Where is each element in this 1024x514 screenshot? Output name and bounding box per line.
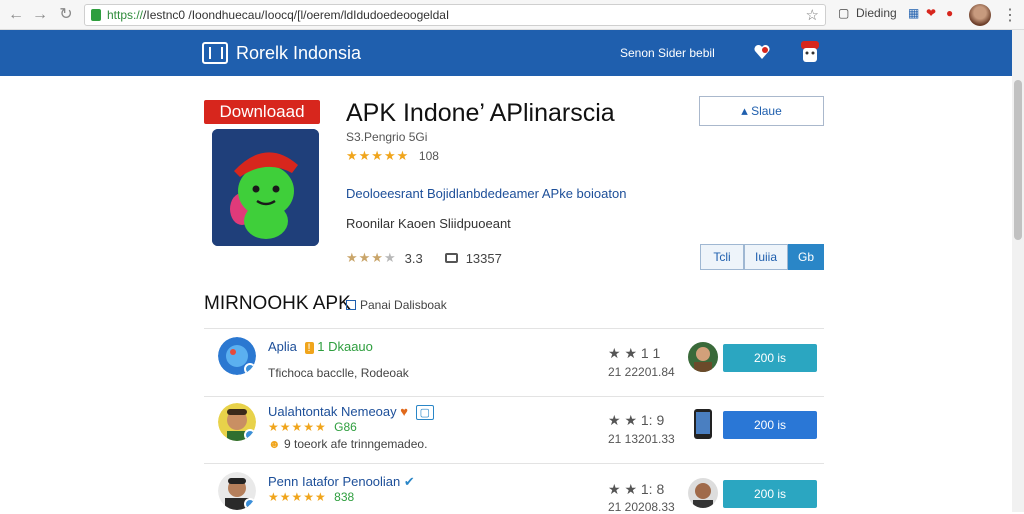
url-text: https:///Iestnc0 /Ioondhuecau/Ioocq/[l/o…	[107, 8, 450, 22]
address-bar[interactable]: https:///Iestnc0 /Ioondhuecau/Ioocq/[l/o…	[84, 4, 826, 26]
item-name-text: Penn Iatafor Penoolian	[268, 474, 401, 489]
item-score: ★ ★ 1: 8	[608, 481, 665, 497]
item-tag-icon: !	[304, 342, 314, 354]
back-icon[interactable]: ←	[6, 5, 26, 25]
item-stars: ★★★★★ G86	[268, 420, 357, 434]
header-links[interactable]: Senon Sider bebil	[620, 46, 715, 60]
segment-tab-3[interactable]: Gb	[788, 244, 824, 270]
profile-avatar[interactable]	[969, 4, 991, 26]
menu-kebab-icon[interactable]: ⋮	[1002, 5, 1018, 25]
tab-icon[interactable]: ▢	[838, 6, 849, 20]
rating-count: 108	[418, 149, 439, 163]
item-download-button[interactable]: 200 is	[723, 480, 817, 508]
share-icon: ▴	[741, 103, 748, 118]
checkbox-icon	[346, 300, 356, 310]
item-thumbnail[interactable]	[688, 342, 718, 372]
item-tag-icon: ▢	[415, 405, 435, 420]
item-score: ★ ★ 1: 9	[608, 412, 665, 428]
extension-icon-2[interactable]: ❤	[926, 6, 936, 20]
list-item-name[interactable]: Penn Iatafor Penoolian ✔	[268, 474, 415, 490]
meta-score: 3.3	[404, 250, 423, 266]
list-item-name[interactable]: Aplia ! 1 Dkaauo	[268, 339, 373, 354]
verified-icon: ✔	[403, 474, 415, 489]
extension-icon[interactable]: ▦	[908, 6, 919, 20]
item-count: G86	[334, 420, 357, 434]
item-stars-text: ★★★★★	[268, 490, 327, 504]
verified-badge-icon	[244, 429, 256, 441]
verified-badge-icon	[244, 363, 256, 375]
item-score: ★ ★ 1 1	[608, 345, 661, 361]
share-button[interactable]: ▴ Slaue	[699, 96, 824, 126]
section-link[interactable]: Panai Dalisboak	[346, 298, 447, 312]
person-thumbnail-icon	[688, 478, 718, 508]
meta-stars-empty: ★	[383, 250, 397, 265]
browser-right-label[interactable]: Dieding	[856, 6, 897, 20]
item-avatar[interactable]	[218, 337, 256, 375]
item-tag: 1 Dkaauo	[317, 339, 373, 354]
list-item-subtitle: Tfichoca bacclle, Rodeoak	[268, 366, 409, 380]
android-mascot-icon	[212, 129, 319, 246]
divider	[204, 396, 824, 397]
bookmark-star-icon[interactable]: ☆	[806, 6, 819, 24]
site-header: Rorelk Indonsia Senon Sider bebil	[0, 30, 1024, 76]
site-brand[interactable]: Rorelk Indonsia	[236, 43, 361, 64]
heart-icon[interactable]	[752, 42, 772, 62]
section-title: MIRNOOHK APK	[204, 293, 351, 314]
segment-tab-1[interactable]: Tcli	[700, 244, 744, 270]
item-date: 21 22201.84	[608, 365, 675, 379]
person-thumbnail-icon	[688, 342, 718, 372]
item-thumbnail[interactable]	[691, 409, 715, 439]
browser-toolbar: ← → ↻ https:///Iestnc0 /Ioondhuecau/Iooc…	[0, 0, 1024, 30]
forward-icon[interactable]: →	[30, 5, 50, 25]
reload-icon[interactable]: ↻	[56, 5, 76, 25]
comment-icon	[444, 253, 458, 263]
download-badge[interactable]: Downloaad	[204, 100, 320, 124]
list-item-subtitle: ☻ 9 toeork afe trinngemadeo.	[268, 437, 427, 451]
verified-badge-icon	[244, 498, 256, 510]
app-version: S3.Pengrio 5Gi	[346, 130, 428, 144]
emoji-icon: ☻	[268, 437, 281, 451]
item-name-text: Aplia	[268, 339, 297, 354]
item-avatar[interactable]	[218, 403, 256, 441]
share-label: Slaue	[751, 104, 782, 118]
item-emoji-icon: ♥	[400, 404, 408, 419]
app-rating: ★★★★★ 108	[346, 148, 439, 164]
app-meta: ★★★★ 3.3 13357	[346, 250, 502, 266]
item-stars: ★★★★★ 838	[268, 490, 354, 504]
extension-icon-3[interactable]: ●	[946, 6, 953, 20]
item-name-text: Ualahtontak Nemeoay	[268, 404, 397, 419]
list-item-name[interactable]: Ualahtontak Nemeoay ♥ ▢	[268, 404, 435, 420]
divider	[204, 328, 824, 329]
item-stars-text: ★★★★★	[268, 420, 327, 434]
mascot-icon[interactable]	[798, 39, 822, 65]
divider	[204, 463, 824, 464]
item-download-button[interactable]: 200 is	[723, 344, 817, 372]
meta-stars: ★★★	[346, 250, 384, 265]
item-download-button[interactable]: 200 is	[723, 411, 817, 439]
logo-icon[interactable]	[202, 42, 228, 64]
developer-link[interactable]: Deoloeesrant Bojidlanbdedeamer APke boio…	[346, 186, 626, 201]
section-link-label: Panai Dalisboak	[360, 298, 447, 312]
item-avatar[interactable]	[218, 472, 256, 510]
scrollbar-thumb[interactable]	[1014, 80, 1022, 240]
app-description: Roonilar Kaoen Sliidpuoeant	[346, 216, 511, 231]
lock-icon	[91, 9, 101, 21]
phone-thumbnail-icon	[694, 409, 712, 439]
app-icon	[212, 129, 319, 246]
app-title: APK Indone’ APlinarscia	[346, 99, 615, 127]
rating-stars: ★★★★★	[346, 148, 410, 163]
meta-comments: 13357	[465, 250, 502, 266]
item-thumbnail[interactable]	[688, 478, 718, 508]
item-count: 838	[334, 490, 355, 504]
item-date: 21 13201.33	[608, 432, 675, 446]
item-subtitle-text: 9 toeork afe trinngemadeo.	[283, 437, 428, 451]
segment-tab-2[interactable]: Iuiia	[744, 244, 788, 270]
